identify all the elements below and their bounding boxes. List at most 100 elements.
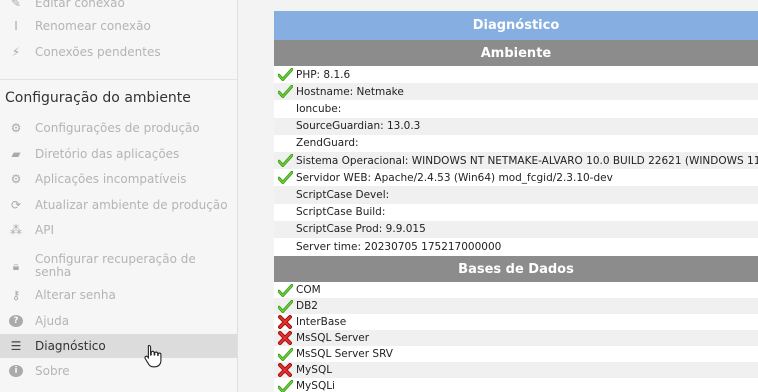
api-icon: ⁂	[10, 223, 22, 237]
diagnostic-row-text: DB2	[296, 300, 318, 312]
sidebar-item-label: API	[35, 222, 54, 237]
edit-icon: ✎	[10, 0, 22, 10]
diagnostic-row-text: PHP: 8.1.6	[296, 68, 351, 81]
panel-title: Diagnóstico	[274, 11, 758, 40]
diagnostic-row: ScriptCase Build:	[274, 204, 758, 221]
refresh-icon: ⟳	[10, 198, 22, 212]
diagnostic-row-text: COM	[296, 284, 321, 296]
diagnostic-row-text: Ioncube:	[296, 102, 342, 115]
diagnostic-row: Ioncube:	[274, 100, 758, 117]
key-icon: ⚷	[11, 288, 21, 302]
diagnostic-row: ScriptCase Devel:	[274, 186, 758, 204]
diagnostic-row-text: MySQLi	[296, 380, 335, 392]
databases-section-title: Bases de Dados	[274, 256, 758, 282]
sidebar-item-label: Configurar recuperação de senha	[35, 252, 196, 279]
sidebar: ✎ Editar conexão I Renomear conexão ⚡ Conexõe…	[0, 0, 238, 392]
diagnostic-row: PHP: 8.1.6	[274, 66, 758, 83]
environment-section-title: Ambiente	[274, 40, 758, 66]
sidebar-item-label: Alterar senha	[35, 287, 116, 302]
diagnostic-row: MsSQL Server SRV	[274, 346, 758, 362]
diagnostic-row-text: Server time: 20230705 175217000000	[296, 240, 502, 253]
empty-status	[274, 221, 296, 238]
check-icon	[274, 298, 296, 314]
sidebar-item-configurar-recuperacao-de-senha[interactable]: 🔒︎ Configurar recuperação de senha	[0, 251, 237, 281]
diagnostic-row: Server time: 20230705 175217000000	[274, 238, 758, 255]
empty-status	[274, 135, 296, 152]
info-icon: i	[9, 365, 23, 377]
lock-icon: 🔒︎	[12, 258, 20, 273]
folder-icon: ▰	[11, 147, 21, 161]
check-icon	[274, 346, 296, 362]
gear-icon: ⚙	[10, 121, 22, 135]
sidebar-divider	[0, 79, 237, 80]
diagnostic-row: SourceGuardian: 13.0.3	[274, 117, 758, 135]
rename-icon: I	[14, 19, 18, 33]
diagnostic-panel: Diagnóstico Ambiente PHP: 8.1.6 Hostname:…	[274, 11, 758, 392]
sidebar-item-renomear-conexao[interactable]: I Renomear conexão	[0, 14, 237, 38]
sidebar-item-label: Renomear conexão	[35, 18, 151, 33]
diagnostic-row: Hostname: Netmake	[274, 83, 758, 101]
diagnostic-row: InterBase	[274, 314, 758, 330]
error-x-icon	[274, 330, 296, 346]
list-check-icon: ☰	[10, 339, 22, 353]
sidebar-item-label: Editar conexão	[35, 0, 125, 10]
sidebar-item-label: Atualizar ambiente de produção	[35, 197, 228, 212]
sidebar-item-atualizar-ambiente-de-producao[interactable]: ⟳ Atualizar ambiente de produção	[0, 193, 237, 217]
sidebar-item-label: Conexões pendentes	[35, 44, 161, 59]
diagnostic-row: ScriptCase Prod: 9.9.015	[274, 220, 758, 238]
diagnostic-row: Sistema Operacional: WINDOWS NT NETMAKE-…	[274, 152, 758, 170]
sidebar-item-label: Aplicações incompatíveis	[35, 171, 187, 186]
diagnostic-row: MsSQL Server	[274, 330, 758, 346]
diagnostic-row: Servidor WEB: Apache/2.4.53 (Win64) mod_…	[274, 169, 758, 186]
section-title: Configuração do ambiente	[5, 90, 191, 106]
empty-status	[274, 100, 296, 117]
sidebar-item-conexoes-pendentes[interactable]: ⚡ Conexões pendentes	[0, 40, 237, 64]
sidebar-item-diagnostico[interactable]: ☰ Diagnóstico	[0, 334, 237, 358]
help-icon: ?	[9, 315, 23, 327]
sidebar-item-label: Diagnóstico	[35, 338, 106, 353]
diagnostic-row-text: MsSQL Server	[296, 332, 370, 344]
diagnostic-row-text: SourceGuardian: 13.0.3	[296, 120, 421, 133]
diagnostic-row: ZendGuard:	[274, 135, 758, 152]
empty-status	[274, 118, 296, 135]
lightning-icon: ⚡	[11, 45, 21, 59]
error-x-icon	[274, 362, 296, 378]
sidebar-item-editar-conexao[interactable]: ✎ Editar conexão	[0, 0, 237, 15]
sidebar-item-api[interactable]: ⁂ API	[0, 218, 237, 242]
check-icon	[274, 83, 296, 100]
check-icon	[274, 282, 296, 298]
sidebar-item-aplicacoes-incompativeis[interactable]: ⚙ Aplicações incompatíveis	[0, 167, 237, 191]
sidebar-item-alterar-senha[interactable]: ⚷ Alterar senha	[0, 283, 237, 307]
sidebar-item-sobre[interactable]: i Sobre	[0, 359, 237, 383]
sidebar-item-configuracoes-de-producao[interactable]: ⚙ Configurações de produção	[0, 116, 237, 140]
diagnostic-row-text: ScriptCase Build:	[296, 206, 386, 219]
sidebar-item-ajuda[interactable]: ? Ajuda	[0, 309, 237, 333]
check-icon	[274, 66, 296, 83]
sidebar-item-diretorio-das-aplicacoes[interactable]: ▰ Diretório das aplicações	[0, 142, 237, 166]
sidebar-item-label: Ajuda	[35, 313, 70, 328]
diagnostic-row-text: Sistema Operacional: WINDOWS NT NETMAKE-…	[296, 154, 758, 167]
diagnostic-row-text: Hostname: Netmake	[296, 85, 404, 98]
diagnostic-row-text: ZendGuard:	[296, 137, 359, 150]
empty-status	[274, 238, 296, 255]
diagnostic-row-text: MsSQL Server SRV	[296, 348, 393, 360]
check-icon	[274, 378, 296, 392]
diagnostic-row-text: ScriptCase Devel:	[296, 188, 390, 201]
diagnostic-row-text: Servidor WEB: Apache/2.4.53 (Win64) mod_…	[296, 171, 613, 184]
diagnostic-row-text: MySQL	[296, 364, 333, 376]
gear-icon: ⚙	[10, 172, 22, 186]
sidebar-item-label: Configurações de produção	[35, 120, 200, 135]
sidebar-item-label: Diretório das aplicações	[35, 146, 180, 161]
diagnostic-row: DB2	[274, 298, 758, 314]
empty-status	[274, 204, 296, 221]
diagnostic-row: MySQLi	[274, 378, 758, 392]
diagnostic-row: MySQL	[274, 362, 758, 378]
diagnostic-row-text: InterBase	[296, 316, 347, 328]
error-x-icon	[274, 314, 296, 330]
diagnostic-row-text: ScriptCase Prod: 9.9.015	[296, 223, 426, 236]
check-icon	[274, 152, 296, 169]
diagnostic-row: COM	[274, 282, 758, 298]
main-area: Diagnóstico Ambiente PHP: 8.1.6 Hostname:…	[238, 0, 758, 392]
mouse-cursor-icon	[144, 344, 162, 368]
check-icon	[274, 169, 296, 186]
